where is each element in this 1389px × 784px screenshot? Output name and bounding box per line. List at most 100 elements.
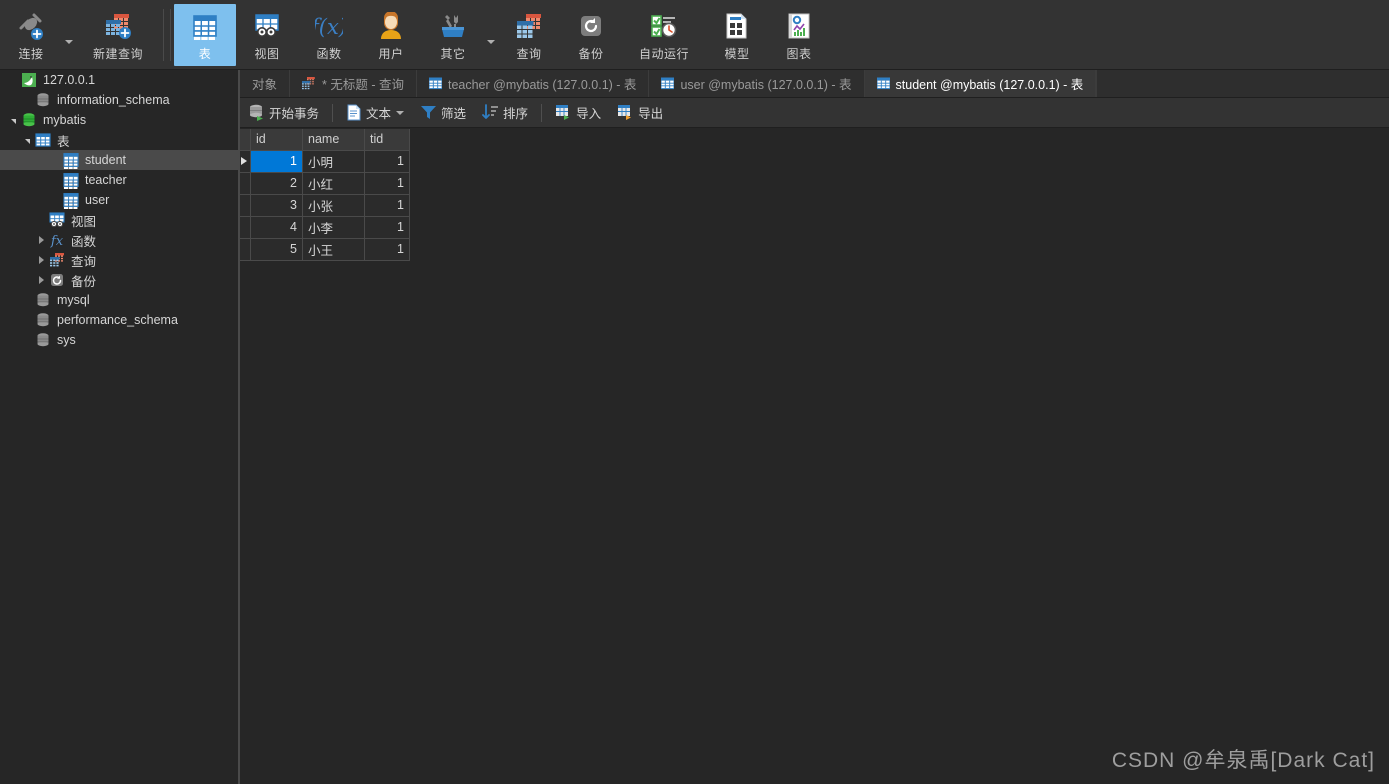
toolbar-dropdown-arrow[interactable] <box>484 0 498 69</box>
cell-id[interactable]: 3 <box>250 194 303 217</box>
tree-item-127.0.0.1[interactable]: 127.0.0.1 <box>0 70 238 90</box>
cell-name[interactable]: 小红 <box>302 172 365 195</box>
column-header-name[interactable]: name <box>302 129 365 151</box>
new-query-icon <box>104 11 132 41</box>
table-folder-icon <box>34 132 52 148</box>
table-row[interactable]: 3 小张 1 <box>240 194 410 217</box>
object-tree: 127.0.0.1 information_schema mybatis 表 stude… <box>0 70 238 350</box>
toolbar-button-label: 表 <box>198 47 212 61</box>
tree-item-information_schema[interactable]: information_schema <box>0 90 238 110</box>
tab-table-icon <box>428 77 442 90</box>
tree-item-student[interactable]: student <box>0 150 238 170</box>
cell-name[interactable]: 小王 <box>302 238 365 261</box>
tree-expander[interactable] <box>34 276 48 284</box>
cell-tid[interactable]: 1 <box>364 172 410 195</box>
model-icon <box>723 11 751 41</box>
grid-toolbar-filter-button[interactable]: 筛选 <box>413 101 473 125</box>
chevron-down-icon <box>24 138 30 144</box>
row-indicator[interactable] <box>240 194 251 217</box>
editor-tab[interactable]: student @mybatis (127.0.0.1) - 表 <box>864 70 1097 97</box>
editor-tab[interactable]: * 无标题 - 查询 <box>290 70 417 97</box>
toolbar-button-backup[interactable]: 备份 <box>560 4 622 66</box>
editor-tab[interactable]: teacher @mybatis (127.0.0.1) - 表 <box>417 70 650 97</box>
toolbar-button-label: 查询 <box>516 47 542 61</box>
tree-item-视图[interactable]: 视图 <box>0 210 238 230</box>
table-row[interactable]: 2 小红 1 <box>240 172 410 195</box>
cell-tid[interactable]: 1 <box>364 238 410 261</box>
tab-table-icon <box>661 77 675 90</box>
toolbar-button-model[interactable]: 模型 <box>706 4 768 66</box>
tree-item-sys[interactable]: sys <box>0 330 238 350</box>
toolbar-button-connection[interactable]: 连接 <box>0 4 62 66</box>
cell-name[interactable]: 小李 <box>302 216 365 239</box>
cell-id[interactable]: 2 <box>250 172 303 195</box>
toolbar-button-group: 连接 新建查询 表 视图 f(x) 函数 用户 其它 查询 备份 自动运行 模型 图表 <box>0 0 830 69</box>
data-grid[interactable]: id name tid 1 小明 1 2 小红 1 3 小张 1 4 小李 1 5 小王 1 <box>240 129 410 261</box>
editor-tab[interactable]: user @mybatis (127.0.0.1) - 表 <box>649 70 865 97</box>
grid-toolbar-text-button[interactable]: 文本 <box>339 101 411 125</box>
toolbar-button-chart[interactable]: 图表 <box>768 4 830 66</box>
tree-item-user[interactable]: user <box>0 190 238 210</box>
editor-tab[interactable]: 对象 <box>240 70 291 97</box>
row-indicator[interactable] <box>240 172 251 195</box>
row-indicator[interactable] <box>240 238 251 261</box>
table-row[interactable]: 1 小明 1 <box>240 150 410 173</box>
tree-expander[interactable] <box>20 138 34 144</box>
toolbar-button-automation[interactable]: 自动运行 <box>622 4 706 66</box>
chevron-down-icon[interactable] <box>396 110 405 115</box>
column-header-tid[interactable]: tid <box>364 129 410 151</box>
toolbar-button-user[interactable]: 用户 <box>360 4 422 66</box>
toolbar-button-new-query[interactable]: 新建查询 <box>76 4 160 66</box>
cell-tid[interactable]: 1 <box>364 150 410 173</box>
toolbar-separator <box>170 8 171 61</box>
cell-id[interactable]: 1 <box>250 150 303 173</box>
table-row[interactable]: 5 小王 1 <box>240 238 410 261</box>
tree-item-mybatis[interactable]: mybatis <box>0 110 238 130</box>
toolbar-dropdown-arrow[interactable] <box>62 0 76 69</box>
toolbar-button-label: 自动运行 <box>638 47 689 61</box>
column-header-id[interactable]: id <box>250 129 303 151</box>
editor-tab-bar: 对象 * 无标题 - 查询 teacher @mybatis (127.0.0.1)… <box>240 70 1389 98</box>
cell-name[interactable]: 小明 <box>302 150 365 173</box>
function-icon: f(x) <box>315 11 343 41</box>
transaction-icon <box>248 104 265 121</box>
grid-toolbar-transaction-button[interactable]: 开始事务 <box>241 101 326 125</box>
toolbar-button-function[interactable]: f(x) 函数 <box>298 4 360 66</box>
tree-item-label: teacher <box>85 173 127 187</box>
cell-id[interactable]: 4 <box>250 216 303 239</box>
editor-tab-label: teacher @mybatis (127.0.0.1) - 表 <box>447 78 637 92</box>
cell-name[interactable]: 小张 <box>302 194 365 217</box>
grid-toolbar-export-button[interactable]: 导出 <box>610 101 670 125</box>
header-row: id name tid <box>240 129 410 151</box>
tab-bar-filler <box>1096 70 1389 97</box>
toolbar-button-view[interactable]: 视图 <box>236 4 298 66</box>
toolbar-button-table[interactable]: 表 <box>174 4 236 66</box>
cell-tid[interactable]: 1 <box>364 194 410 217</box>
tree-item-函数[interactable]: fx 函数 <box>0 230 238 250</box>
tree-item-备份[interactable]: 备份 <box>0 270 238 290</box>
tree-expander[interactable] <box>6 118 20 124</box>
object-tree-sidebar[interactable]: 127.0.0.1 information_schema mybatis 表 stude… <box>0 70 238 784</box>
table-row[interactable]: 4 小李 1 <box>240 216 410 239</box>
data-grid-table: id name tid 1 小明 1 2 小红 1 3 小张 1 4 小李 1 5 小王 1 <box>240 129 410 261</box>
chevron-down-icon <box>487 39 495 44</box>
grid-toolbar-label: 导出 <box>638 107 664 121</box>
tree-item-teacher[interactable]: teacher <box>0 170 238 190</box>
grid-toolbar-sort-button[interactable]: 排序 <box>475 101 535 125</box>
tree-item-表[interactable]: 表 <box>0 130 238 150</box>
tree-expander[interactable] <box>34 236 48 244</box>
filter-icon <box>420 104 437 121</box>
chevron-right-icon <box>38 276 44 284</box>
tree-item-performance_schema[interactable]: performance_schema <box>0 310 238 330</box>
toolbar-button-query[interactable]: 查询 <box>498 4 560 66</box>
cell-id[interactable]: 5 <box>250 238 303 261</box>
row-indicator[interactable] <box>240 150 251 173</box>
tree-item-查询[interactable]: 查询 <box>0 250 238 270</box>
toolbar-button-other-tools[interactable]: 其它 <box>422 4 484 66</box>
cell-tid[interactable]: 1 <box>364 216 410 239</box>
grid-toolbar-items: 开始事务 文本 筛选 排序 导入 导出 <box>240 101 671 125</box>
tree-item-mysql[interactable]: mysql <box>0 290 238 310</box>
tree-expander[interactable] <box>34 256 48 264</box>
grid-toolbar-import-button[interactable]: 导入 <box>548 101 608 125</box>
row-indicator[interactable] <box>240 216 251 239</box>
